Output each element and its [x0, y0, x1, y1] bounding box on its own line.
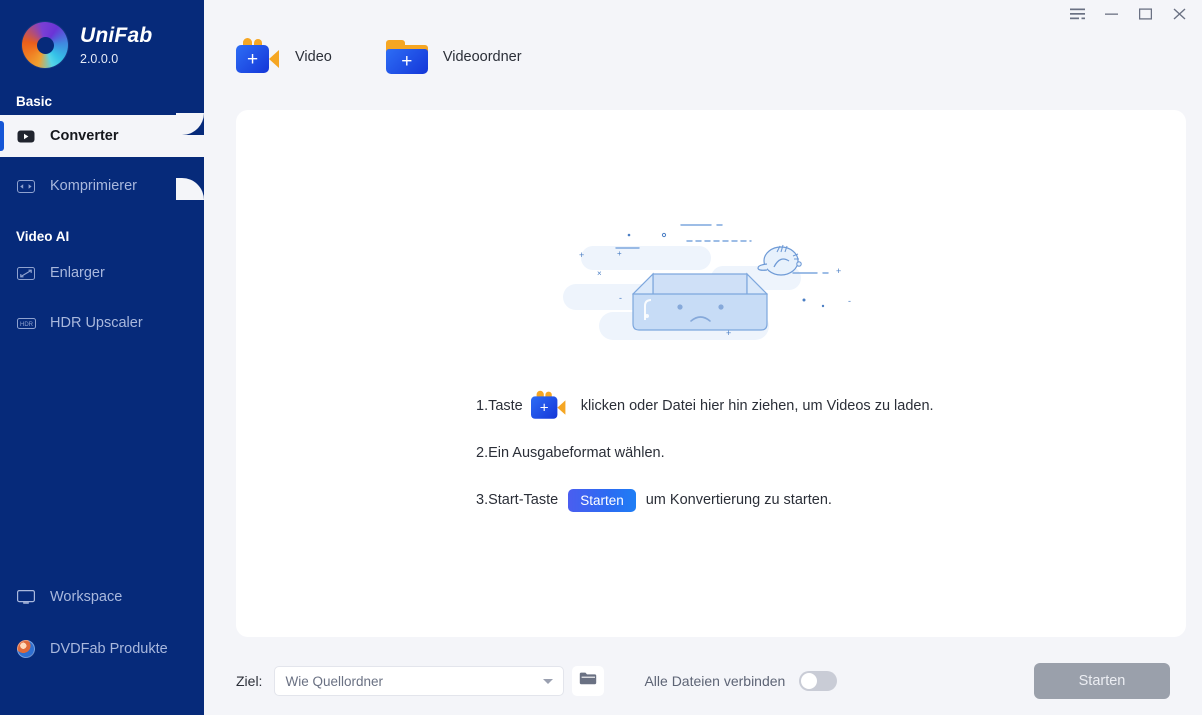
- add-video-button[interactable]: + Video: [236, 38, 332, 76]
- sidebar-item-label: HDR Upscaler: [50, 315, 143, 331]
- start-button[interactable]: Starten: [1034, 663, 1170, 699]
- merge-files-label: Alle Dateien verbinden: [644, 673, 785, 689]
- svg-text:HDR: HDR: [20, 322, 34, 328]
- browse-folder-button[interactable]: [572, 666, 604, 696]
- sidebar-notch-top: [176, 113, 204, 135]
- add-video-folder-label: Videoordner: [443, 49, 522, 65]
- sidebar-item-label: DVDFab Produkte: [50, 641, 168, 657]
- step-prefix: Start-Taste: [488, 492, 558, 508]
- step-suffix: um Konvertierung zu starten.: [646, 492, 832, 508]
- sidebar-item-label: Converter: [50, 128, 119, 144]
- sidebar-item-hdr-upscaler[interactable]: HDR HDR Upscaler: [0, 302, 204, 344]
- sidebar-item-label: Enlarger: [50, 265, 105, 281]
- maximize-button[interactable]: [1128, 0, 1162, 28]
- merge-files-toggle[interactable]: [799, 671, 837, 691]
- drop-area-card[interactable]: + + × - + + - 1. Taste: [236, 110, 1186, 637]
- plus-glyph: +: [386, 49, 428, 74]
- import-toolbar: + Video + Videoordner: [236, 38, 522, 76]
- start-badge: Starten: [568, 489, 636, 512]
- compress-icon: [16, 176, 36, 196]
- sidebar-item-komprimierer[interactable]: Komprimierer: [0, 165, 204, 207]
- add-video-icon-inline: +: [531, 391, 568, 421]
- brand-text: UniFab 2.0.0.0: [80, 25, 152, 66]
- brand: UniFab 2.0.0.0: [0, 0, 204, 68]
- step-index: 3.: [476, 492, 488, 508]
- app-title: UniFab: [80, 25, 152, 46]
- empty-box-illustration: + + × - + + -: [561, 206, 861, 356]
- sidebar: UniFab 2.0.0.0 Basic Converter: [0, 0, 204, 715]
- svg-text:+: +: [726, 328, 731, 338]
- add-video-folder-button[interactable]: + Videoordner: [386, 38, 522, 76]
- svg-text:-: -: [619, 293, 622, 303]
- instruction-steps: 1. Taste + klicken oder Datei hier hin z…: [476, 392, 946, 533]
- minimize-button[interactable]: [1094, 0, 1128, 28]
- bottom-toolbar: Ziel: Wie Quellordner Alle Dateien verbi…: [236, 660, 1186, 702]
- app-window: UniFab 2.0.0.0 Basic Converter: [0, 0, 1202, 715]
- add-video-label: Video: [295, 49, 332, 65]
- step-prefix: Taste: [488, 398, 523, 414]
- empty-state: + + × - + + - 1. Taste: [236, 206, 1186, 533]
- sidebar-lower-nav: Workspace DVDFab Produkte: [0, 571, 204, 715]
- enlarge-icon: [16, 263, 36, 283]
- sidebar-item-label: Workspace: [50, 589, 122, 605]
- sidebar-item-converter[interactable]: Converter: [0, 115, 204, 157]
- app-version: 2.0.0.0: [80, 53, 152, 66]
- add-folder-icon: +: [386, 38, 430, 76]
- plus-glyph: +: [531, 396, 557, 418]
- window-controls: [1060, 0, 1202, 28]
- destination-value: Wie Quellordner: [285, 674, 383, 689]
- instruction-step-1: 1. Taste + klicken oder Datei hier hin z…: [476, 392, 946, 420]
- plus-glyph: +: [236, 45, 269, 73]
- destination-select[interactable]: Wie Quellordner: [274, 666, 564, 696]
- svg-text:-: -: [848, 296, 851, 306]
- step-suffix: klicken oder Datei hier hin ziehen, um V…: [581, 398, 934, 414]
- svg-text:+: +: [579, 250, 584, 260]
- close-button[interactable]: [1162, 0, 1196, 28]
- instruction-step-2: 2. Ein Ausgabeformat wählen.: [476, 439, 946, 467]
- folder-icon: [579, 671, 597, 691]
- add-video-icon: +: [236, 38, 282, 76]
- sidebar-item-workspace[interactable]: Workspace: [0, 571, 204, 623]
- svg-text:+: +: [617, 249, 622, 258]
- step-index: 2.: [476, 445, 488, 461]
- step-prefix: Ein Ausgabeformat wählen.: [488, 445, 665, 461]
- monitor-icon: [16, 587, 36, 607]
- chevron-down-icon: [543, 679, 553, 684]
- sidebar-section-basic: Basic: [0, 94, 204, 109]
- destination-label: Ziel:: [236, 673, 262, 689]
- sidebar-section-video-ai: Video AI: [0, 229, 204, 244]
- svg-text:+: +: [836, 266, 841, 276]
- instruction-step-3: 3. Start-Taste Starten um Konvertierung …: [476, 486, 946, 514]
- hdr-icon: HDR: [16, 313, 36, 333]
- toggle-knob: [801, 673, 817, 689]
- sidebar-item-dvdfab-produkte[interactable]: DVDFab Produkte: [0, 623, 204, 675]
- sidebar-item-label: Komprimierer: [50, 178, 137, 194]
- dvdfab-logo-icon: [16, 639, 36, 659]
- unifab-logo-icon: [22, 22, 68, 68]
- video-play-icon: [16, 126, 36, 146]
- sidebar-notch-bottom: [176, 178, 204, 200]
- svg-text:×: ×: [597, 269, 602, 278]
- step-index: 1.: [476, 398, 488, 414]
- sidebar-item-enlarger[interactable]: Enlarger: [0, 252, 204, 294]
- menu-icon[interactable]: [1060, 0, 1094, 28]
